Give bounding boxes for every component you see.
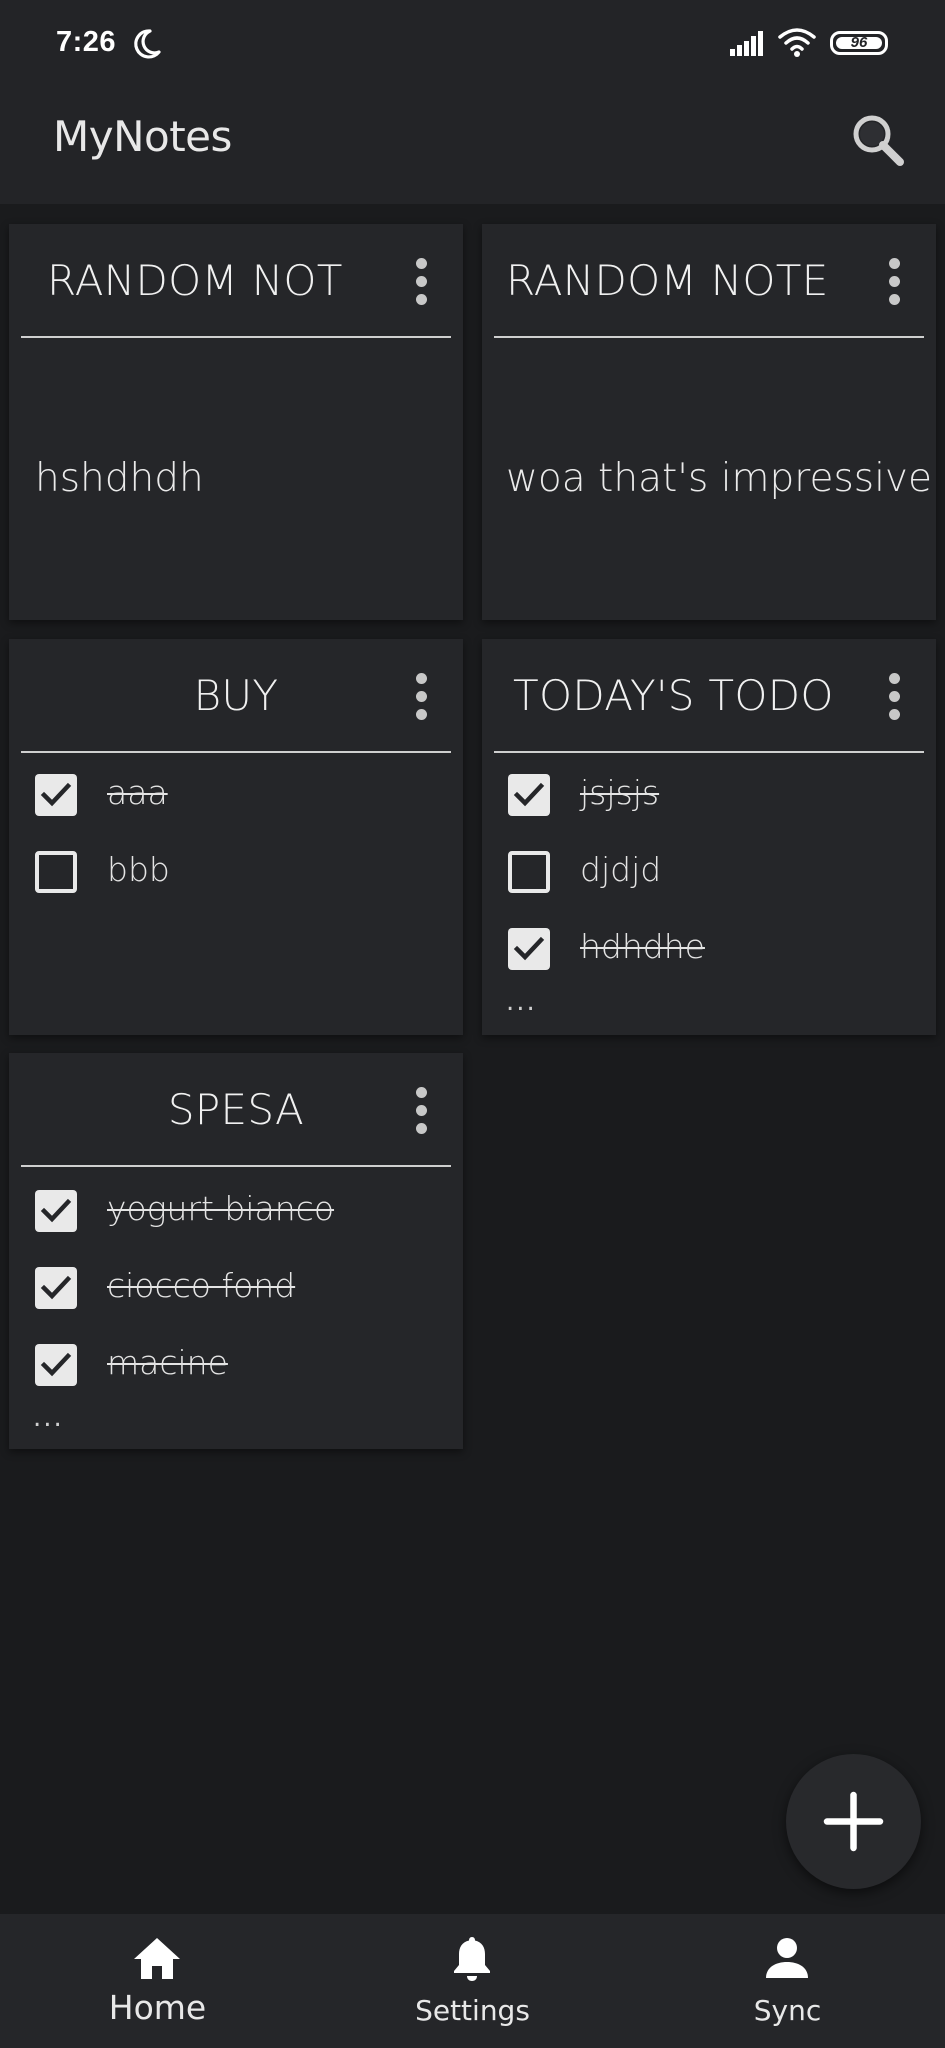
note-title: RANDOM NOT bbox=[47, 256, 343, 305]
check-icon bbox=[513, 936, 545, 961]
checkbox-checked[interactable] bbox=[35, 1190, 77, 1232]
checklist-item-label: hdhdhe bbox=[580, 927, 705, 966]
add-note-button[interactable] bbox=[786, 1754, 921, 1889]
app-title: MyNotes bbox=[53, 112, 232, 161]
nav-item-sync[interactable]: Sync bbox=[630, 1914, 945, 2048]
note-header: BUY bbox=[9, 639, 463, 755]
checkbox-checked[interactable] bbox=[508, 774, 550, 816]
status-bar: 7:26 96 bbox=[0, 0, 945, 88]
battery-icon: 96 bbox=[830, 31, 888, 55]
checkbox-checked[interactable] bbox=[35, 774, 77, 816]
check-icon bbox=[513, 782, 545, 807]
more-items-indicator: ... bbox=[33, 1403, 64, 1433]
plus-icon bbox=[823, 1791, 884, 1852]
check-icon bbox=[40, 782, 72, 807]
nav-item-settings[interactable]: Settings bbox=[315, 1914, 630, 2048]
battery-level: 96 bbox=[850, 34, 868, 51]
note-card-random-note[interactable]: RANDOM NOTE woa that's impressive bbox=[482, 224, 936, 620]
checklist-item[interactable]: jsjsjs bbox=[498, 765, 918, 825]
note-menu-button[interactable] bbox=[409, 1087, 433, 1137]
note-menu-button[interactable] bbox=[882, 258, 906, 308]
checklist-item[interactable]: bbb bbox=[25, 842, 445, 902]
bottom-navigation: Home Settings Sync bbox=[0, 1914, 945, 2048]
check-icon bbox=[40, 1352, 72, 1377]
checkbox-checked[interactable] bbox=[35, 1267, 77, 1309]
wifi-icon bbox=[778, 28, 816, 57]
checklist-item[interactable]: djdjd bbox=[498, 842, 918, 902]
checklist-item[interactable]: hdhdhe bbox=[498, 919, 918, 979]
note-body-text: hshdhdh bbox=[35, 456, 204, 501]
checkbox-unchecked[interactable] bbox=[508, 851, 550, 893]
home-icon bbox=[134, 1938, 180, 1979]
app-bar: MyNotes bbox=[0, 88, 945, 204]
note-title: BUY bbox=[193, 671, 279, 720]
note-divider bbox=[21, 336, 451, 338]
checklist-item[interactable]: yogurt bianco bbox=[25, 1181, 445, 1241]
checklist-item[interactable]: aaa bbox=[25, 765, 445, 825]
checklist-item[interactable]: ciocco fond bbox=[25, 1258, 445, 1318]
checklist-item-label: macine bbox=[107, 1343, 228, 1382]
checklist-item-label: djdjd bbox=[580, 850, 662, 889]
note-card-random-not[interactable]: RANDOM NOT hshdhdh bbox=[9, 224, 463, 620]
note-card-todays-todo[interactable]: TODAY'S TODO jsjsjs djdjd hdhdhe ... bbox=[482, 639, 936, 1035]
note-divider bbox=[494, 336, 924, 338]
checkbox-checked[interactable] bbox=[508, 928, 550, 970]
checklist-item[interactable]: macine bbox=[25, 1335, 445, 1395]
nav-label: Home bbox=[108, 1988, 207, 2027]
note-title: SPESA bbox=[167, 1085, 305, 1134]
more-items-indicator: ... bbox=[506, 987, 537, 1017]
checklist-item-label: bbb bbox=[107, 850, 170, 889]
note-title: RANDOM NOTE bbox=[506, 256, 829, 305]
note-header: RANDOM NOT bbox=[9, 224, 463, 340]
person-icon bbox=[766, 1938, 808, 1978]
note-divider bbox=[21, 1165, 451, 1167]
moon-icon bbox=[134, 29, 161, 59]
checklist-item-label: aaa bbox=[107, 773, 168, 812]
note-body-text: woa that's impressive bbox=[506, 456, 932, 501]
nav-item-home[interactable]: Home bbox=[0, 1914, 315, 2048]
app-screen: 7:26 96 MyNotes RANDOM NOT hshdhdh RANDO… bbox=[0, 0, 945, 2048]
note-header: RANDOM NOTE bbox=[482, 224, 936, 340]
note-divider bbox=[21, 751, 451, 753]
note-header: SPESA bbox=[9, 1053, 463, 1169]
check-icon bbox=[40, 1275, 72, 1300]
battery-fill: 96 bbox=[836, 34, 882, 51]
note-menu-button[interactable] bbox=[409, 258, 433, 308]
checklist-item-label: yogurt bianco bbox=[107, 1189, 335, 1228]
search-icon[interactable] bbox=[848, 110, 908, 170]
note-divider bbox=[494, 751, 924, 753]
checkbox-checked[interactable] bbox=[35, 1344, 77, 1386]
nav-label: Sync bbox=[753, 1994, 822, 2027]
check-icon bbox=[40, 1198, 72, 1223]
nav-label: Settings bbox=[415, 1994, 530, 2027]
checkbox-unchecked[interactable] bbox=[35, 851, 77, 893]
status-time: 7:26 bbox=[56, 26, 117, 58]
checklist-item-label: ciocco fond bbox=[107, 1266, 296, 1305]
note-title: TODAY'S TODO bbox=[513, 671, 834, 720]
note-menu-button[interactable] bbox=[882, 673, 906, 723]
signal-icon bbox=[730, 31, 763, 56]
checklist-item-label: jsjsjs bbox=[580, 773, 660, 812]
note-menu-button[interactable] bbox=[409, 673, 433, 723]
note-header: TODAY'S TODO bbox=[482, 639, 936, 755]
note-card-spesa[interactable]: SPESA yogurt bianco ciocco fond macine .… bbox=[9, 1053, 463, 1449]
note-card-buy[interactable]: BUY aaa bbb bbox=[9, 639, 463, 1035]
bell-icon bbox=[454, 1937, 490, 1981]
